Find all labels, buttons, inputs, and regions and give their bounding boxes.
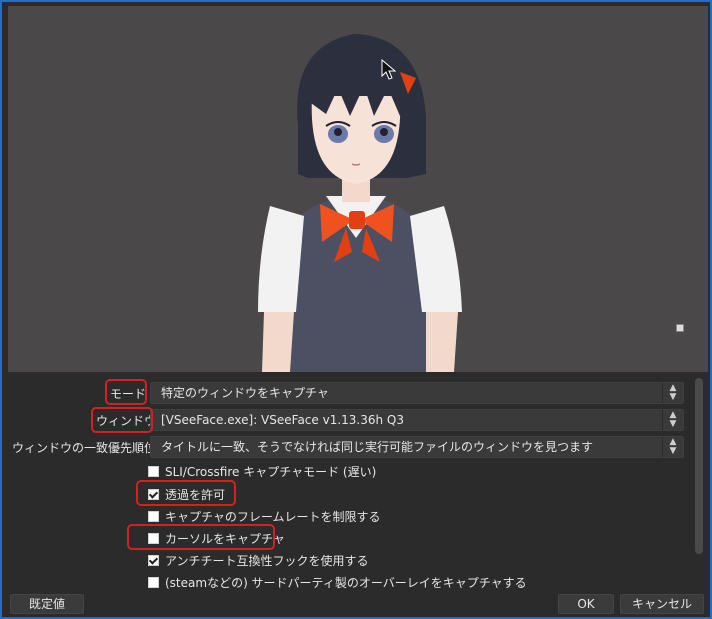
avatar-illustration — [258, 34, 462, 372]
properties-window: モード 特定のウィンドウをキャプチャ ▲ ▼ ウィンドウ [VSeeFace.ex… — [0, 0, 712, 619]
checkbox-box[interactable] — [148, 511, 159, 522]
highlight-window — [91, 407, 153, 433]
cancel-button[interactable]: キャンセル — [620, 594, 704, 614]
highlight-capture-cursor — [127, 524, 275, 550]
checkbox-sli-crossfire[interactable]: SLI/Crossfire キャプチャモード (遅い) — [148, 463, 376, 481]
checkbox-anticheat-hook[interactable]: アンチチート互換性フックを使用する — [148, 552, 369, 570]
priority-select-value: タイトルに一致、そうでなければ同じ実行可能ファイルのウィンドウを見つます — [161, 440, 594, 454]
checkbox-third-party-overlay[interactable]: (steamなどの) サードパーティ製のオーバーレイをキャプチャする — [148, 574, 527, 592]
checkbox-box[interactable] — [148, 555, 159, 566]
highlight-transparency — [136, 480, 236, 506]
checkbox-box[interactable] — [148, 577, 159, 588]
small-square-icon — [676, 324, 684, 332]
window-select[interactable]: [VSeeFace.exe]: VSeeFace v1.13.36h Q3 ▲ ▼ — [150, 409, 684, 431]
updown-arrows-icon: ▲ ▼ — [662, 437, 683, 457]
defaults-button[interactable]: 既定値 — [10, 594, 84, 614]
highlight-mode — [105, 379, 147, 405]
mode-select-value: 特定のウィンドウをキャプチャ — [161, 386, 329, 400]
mouse-cursor-icon — [381, 58, 397, 80]
checkbox-label: (steamなどの) サードパーティ製のオーバーレイをキャプチャする — [165, 576, 527, 590]
priority-select[interactable]: タイトルに一致、そうでなければ同じ実行可能ファイルのウィンドウを見つます ▲ ▼ — [150, 436, 684, 458]
checkbox-box[interactable] — [148, 466, 159, 477]
updown-arrows-icon: ▲ ▼ — [662, 383, 683, 403]
checkbox-label: アンチチート互換性フックを使用する — [165, 554, 369, 568]
updown-arrows-icon: ▲ ▼ — [662, 410, 683, 430]
priority-label: ウィンドウの一致優先順位 — [12, 441, 157, 455]
checkbox-label: SLI/Crossfire キャプチャモード (遅い) — [165, 465, 377, 479]
settings-scrollbar[interactable] — [695, 378, 703, 554]
window-select-value: [VSeeFace.exe]: VSeeFace v1.13.36h Q3 — [161, 413, 404, 427]
mode-select[interactable]: 特定のウィンドウをキャプチャ ▲ ▼ — [150, 382, 684, 404]
ok-button[interactable]: OK — [558, 594, 614, 614]
capture-preview — [8, 6, 708, 372]
checkbox-label: キャプチャのフレームレートを制限する — [165, 510, 381, 524]
